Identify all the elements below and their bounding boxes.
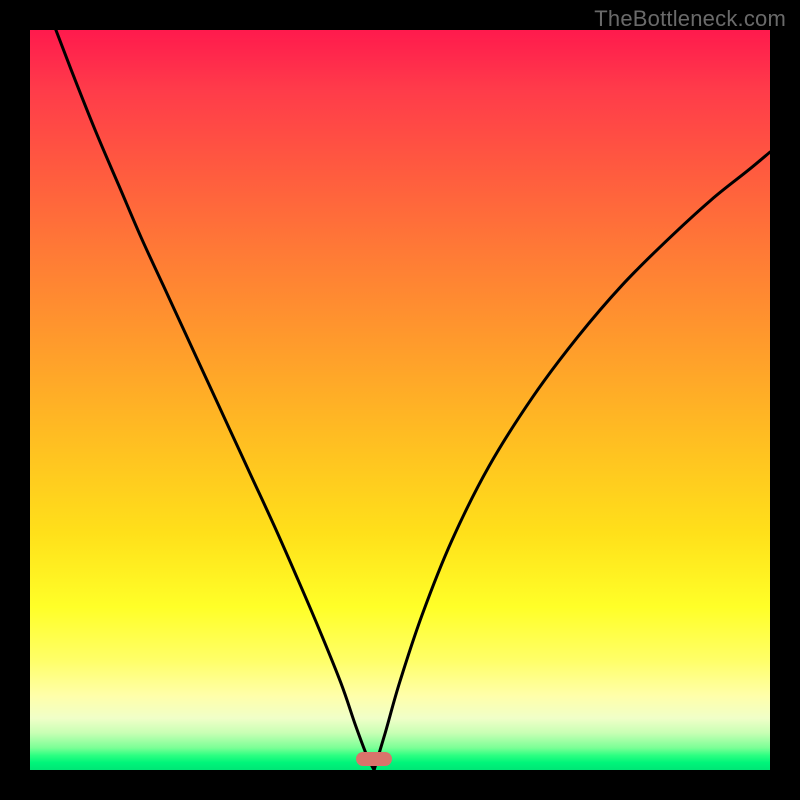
plot-area [30, 30, 770, 770]
chart-frame: TheBottleneck.com [0, 0, 800, 800]
watermark-text: TheBottleneck.com [594, 6, 786, 32]
minimum-marker [356, 752, 392, 766]
curve-svg [30, 30, 770, 770]
curve-left-branch [56, 30, 374, 770]
curve-right-branch [374, 152, 770, 770]
